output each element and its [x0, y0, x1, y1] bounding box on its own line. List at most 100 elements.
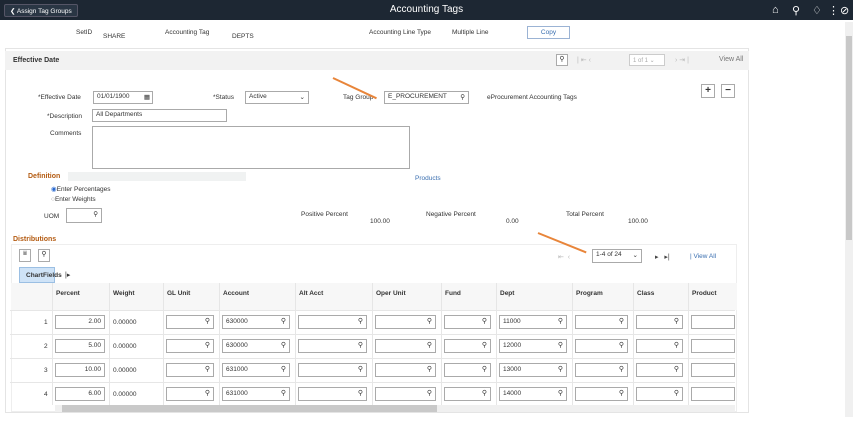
uom-input[interactable]: ⚲ [66, 208, 102, 223]
horizontal-scroll-thumb[interactable] [62, 405, 437, 412]
dept-input[interactable]: 13000 ⚲ [499, 363, 567, 377]
vertical-scroll-thumb[interactable] [846, 36, 852, 240]
tab-chartfields[interactable]: ChartFields [19, 267, 62, 283]
lookup-icon[interactable]: ⚲ [482, 317, 487, 325]
lookup-icon[interactable]: ⚲ [619, 341, 624, 349]
program-input[interactable]: ⚲ [575, 387, 628, 401]
percent-input[interactable]: 6.00 [55, 387, 105, 401]
lookup-icon[interactable]: ⚲ [674, 389, 679, 397]
lookup-icon[interactable]: ⚲ [482, 365, 487, 373]
lookup-icon[interactable]: ⚲ [674, 365, 679, 373]
oper-unit-input[interactable]: ⚲ [375, 339, 436, 353]
nav-compass-icon[interactable]: ⊘ [840, 4, 849, 17]
search-icon[interactable]: ⚲ [792, 4, 800, 17]
product-input[interactable] [691, 363, 735, 377]
lookup-icon[interactable]: ⚲ [358, 389, 363, 397]
copy-button[interactable]: Copy [527, 26, 570, 39]
lookup-icon[interactable]: ⚲ [674, 317, 679, 325]
bell-icon[interactable]: ♢ [812, 4, 822, 17]
lookup-icon[interactable]: ⚲ [427, 317, 432, 325]
program-input[interactable]: ⚲ [575, 339, 628, 353]
program-input[interactable]: ⚲ [575, 363, 628, 377]
first-prev-icon[interactable]: ⇤ ‹ [558, 253, 570, 261]
find-icon[interactable]: ⚲ [38, 249, 50, 262]
class-input[interactable]: ⚲ [636, 315, 683, 329]
effective-date-input[interactable]: 01/01/1900 ▦ [93, 91, 153, 104]
view-all-link[interactable]: | View All [690, 253, 716, 260]
account-input[interactable]: 630000 ⚲ [222, 315, 290, 329]
first-icon[interactable]: | ⇤ ‹ [577, 56, 591, 64]
lookup-icon[interactable]: ⚲ [205, 389, 210, 397]
tag-group-input[interactable]: E_PROCUREMENT ⚲ [384, 91, 469, 104]
fund-input[interactable]: ⚲ [444, 339, 491, 353]
lookup-icon[interactable]: ⚲ [281, 341, 286, 349]
percent-input[interactable]: 10.00 [55, 363, 105, 377]
dept-input[interactable]: 12000 ⚲ [499, 339, 567, 353]
oper-unit-input[interactable]: ⚲ [375, 363, 436, 377]
account-input[interactable]: 630000 ⚲ [222, 339, 290, 353]
lookup-icon[interactable]: ⚲ [619, 317, 624, 325]
add-row-button[interactable]: + [701, 84, 715, 98]
class-input[interactable]: ⚲ [636, 363, 683, 377]
lookup-icon[interactable]: ⚲ [281, 389, 286, 397]
program-input[interactable]: ⚲ [575, 315, 628, 329]
lookup-icon[interactable]: ⚲ [93, 210, 98, 218]
percent-input[interactable]: 2.00 [55, 315, 105, 329]
next-last-icon[interactable]: ▸ ▸| [655, 253, 670, 261]
alt-acct-input[interactable]: ⚲ [298, 339, 367, 353]
lookup-icon[interactable]: ⚲ [358, 317, 363, 325]
oper-unit-input[interactable]: ⚲ [375, 315, 436, 329]
dept-input[interactable]: 14000 ⚲ [499, 387, 567, 401]
lookup-icon[interactable]: ⚲ [427, 341, 432, 349]
alt-acct-input[interactable]: ⚲ [298, 387, 367, 401]
class-input[interactable]: ⚲ [636, 387, 683, 401]
product-input[interactable] [691, 387, 735, 401]
gl-unit-input[interactable]: ⚲ [166, 339, 214, 353]
gl-unit-input[interactable]: ⚲ [166, 363, 214, 377]
lookup-icon[interactable]: ⚲ [558, 365, 563, 373]
description-input[interactable]: All Departments [92, 109, 227, 122]
lookup-icon[interactable]: ⚲ [427, 365, 432, 373]
calendar-icon[interactable]: ▦ [144, 93, 150, 101]
show-all-columns-icon[interactable]: |▸ [65, 271, 70, 279]
alt-acct-input[interactable]: ⚲ [298, 315, 367, 329]
lookup-icon[interactable]: ⚲ [558, 317, 563, 325]
lookup-icon[interactable]: ⚲ [358, 341, 363, 349]
gl-unit-input[interactable]: ⚲ [166, 315, 214, 329]
lookup-icon[interactable]: ⚲ [482, 389, 487, 397]
enter-weights-radio[interactable]: ○Enter Weights [51, 196, 96, 203]
dept-input[interactable]: 11000 ⚲ [499, 315, 567, 329]
more-icon[interactable]: ⋮ [828, 4, 839, 17]
delete-row-button[interactable]: − [721, 84, 735, 98]
product-input[interactable] [691, 315, 735, 329]
products-link[interactable]: Products [415, 175, 441, 182]
account-input[interactable]: 631000 ⚲ [222, 363, 290, 377]
fund-input[interactable]: ⚲ [444, 363, 491, 377]
lookup-icon[interactable]: ⚲ [558, 389, 563, 397]
row-pager-select[interactable]: 1 of 1 ⌄ [629, 54, 665, 66]
fund-input[interactable]: ⚲ [444, 387, 491, 401]
distribution-pager-select[interactable]: 1-4 of 24 ⌄ [592, 249, 642, 263]
gl-unit-input[interactable]: ⚲ [166, 387, 214, 401]
lookup-icon[interactable]: ⚲ [674, 341, 679, 349]
status-select[interactable]: Active ⌄ [245, 91, 309, 104]
lookup-icon[interactable]: ⚲ [558, 341, 563, 349]
lookup-icon[interactable]: ⚲ [205, 341, 210, 349]
lookup-icon[interactable]: ⚲ [482, 341, 487, 349]
fund-input[interactable]: ⚲ [444, 315, 491, 329]
product-input[interactable] [691, 339, 735, 353]
view-all-link[interactable]: View All [719, 56, 743, 63]
lookup-icon[interactable]: ⚲ [619, 365, 624, 373]
personalize-icon[interactable]: ⩸ [19, 249, 31, 262]
alt-acct-input[interactable]: ⚲ [298, 363, 367, 377]
lookup-icon[interactable]: ⚲ [205, 317, 210, 325]
percent-input[interactable]: 5.00 [55, 339, 105, 353]
account-input[interactable]: 631000 ⚲ [222, 387, 290, 401]
lookup-icon[interactable]: ⚲ [358, 365, 363, 373]
oper-unit-input[interactable]: ⚲ [375, 387, 436, 401]
lookup-icon[interactable]: ⚲ [205, 365, 210, 373]
comments-textarea[interactable] [92, 126, 410, 169]
lookup-icon[interactable]: ⚲ [619, 389, 624, 397]
find-icon[interactable]: ⚲ [556, 54, 568, 66]
lookup-icon[interactable]: ⚲ [460, 93, 465, 101]
